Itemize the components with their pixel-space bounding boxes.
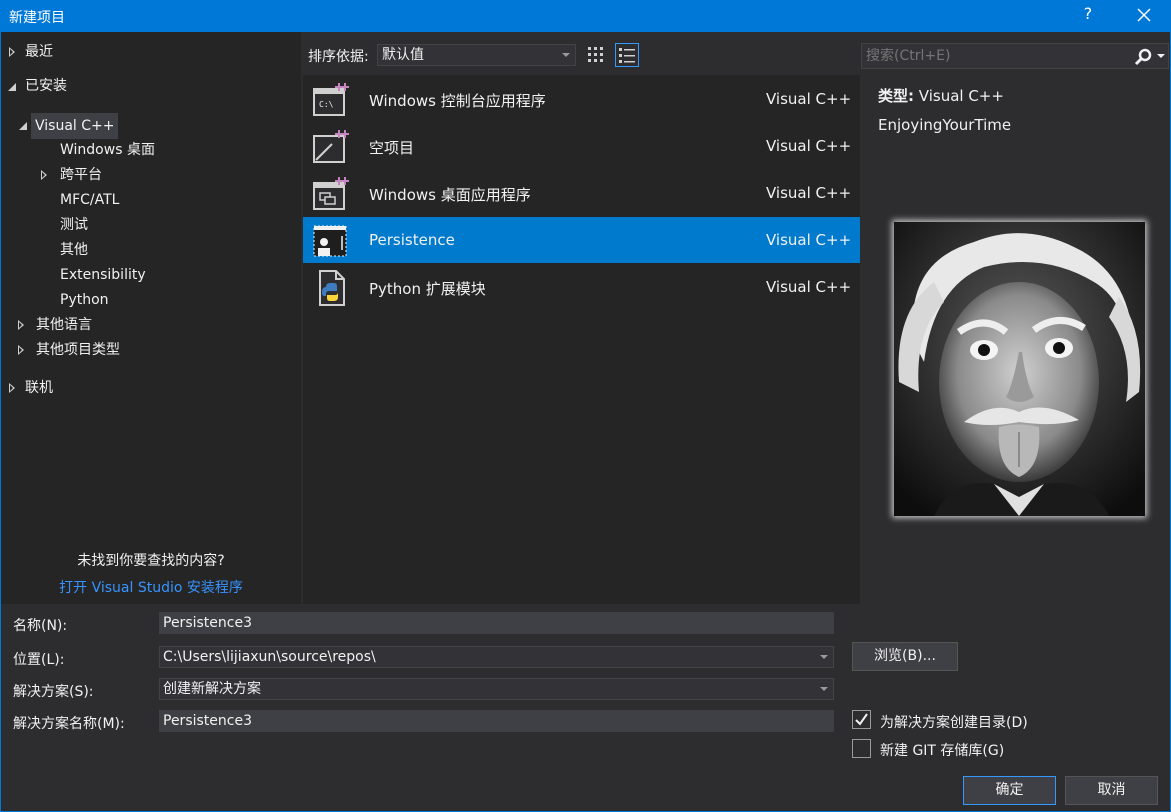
expand-arrow-icon[interactable] [41, 170, 47, 180]
template-description: EnjoyingYourTime [878, 116, 1012, 134]
template-preview-image [894, 222, 1145, 516]
template-category-tree: 最近 已安装 Visual C++ Windows 桌面 跨平台 MFC/ATL… [1, 32, 301, 604]
create-directory-checkbox[interactable] [852, 710, 871, 729]
list-view-button[interactable] [615, 43, 639, 67]
title-bar: 新建项目 ? [1, 1, 1170, 32]
tree-item-cross-platform[interactable]: 跨平台 [41, 163, 141, 187]
tree-item-test[interactable]: 测试 [60, 213, 88, 237]
chevron-down-icon[interactable] [820, 687, 828, 691]
template-item-console-app[interactable]: C:\ Windows 控制台应用程序 Visual C++ [303, 76, 860, 122]
desktop-app-icon [313, 177, 349, 210]
tree-item-mfc-atl[interactable]: MFC/ATL [60, 188, 119, 212]
cancel-button[interactable]: 取消 [1065, 776, 1158, 805]
tree-item-label: Extensibility [60, 267, 146, 283]
tree-item-label: 其他 [60, 242, 88, 258]
name-label: 名称(N): [13, 618, 68, 634]
create-git-repo-checkbox[interactable] [852, 739, 871, 758]
small-icons-view-button[interactable] [584, 43, 608, 67]
template-item-python-extension[interactable]: Python 扩展模块 Visual C++ [303, 264, 860, 310]
template-search-box[interactable] [861, 43, 1169, 69]
location-combo[interactable]: C:\Users\lijiaxun\source\repos\ [159, 646, 834, 668]
svg-text:C:\: C:\ [319, 100, 334, 109]
tree-item-label: MFC/ATL [60, 192, 120, 208]
dialog-title: 新建项目 [9, 10, 65, 26]
grid-view-icon [588, 47, 603, 62]
template-list: C:\ Windows 控制台应用程序 Visual C++ 空项目 Visua… [303, 75, 860, 604]
not-found-text: 未找到你要查找的内容? [77, 553, 225, 569]
tree-item-label: Windows 桌面 [60, 142, 155, 158]
tree-item-label: 跨平台 [60, 167, 102, 183]
solution-name-input[interactable]: Persistence3 [159, 710, 834, 732]
location-label: 位置(L): [13, 652, 65, 668]
template-language: Visual C++ [766, 184, 852, 202]
tree-item-label: Visual C++ [31, 113, 119, 139]
ok-button[interactable]: 确定 [963, 776, 1056, 805]
tree-item-other-project-types[interactable]: 其他项目类型 [18, 338, 198, 362]
template-language: Visual C++ [766, 231, 852, 249]
search-input[interactable] [866, 47, 1126, 65]
solution-value: 创建新解决方案 [163, 681, 261, 697]
close-button[interactable] [1129, 3, 1159, 29]
template-name: Windows 桌面应用程序 [369, 186, 531, 204]
create-git-repo-label[interactable]: 新建 GIT 存储库(G) [880, 740, 1004, 760]
tree-item-label: 其他项目类型 [36, 342, 120, 358]
solution-combo[interactable]: 创建新解决方案 [159, 678, 834, 700]
template-name: 空项目 [369, 139, 415, 157]
tree-item-online[interactable]: 联机 [7, 376, 107, 400]
tree-item-windows-desktop[interactable]: Windows 桌面 [60, 138, 155, 162]
expand-arrow-icon[interactable] [18, 345, 24, 355]
python-extension-icon [319, 270, 345, 306]
portrait-preview-image [894, 222, 1145, 516]
template-language: Visual C++ [766, 90, 852, 108]
chevron-down-icon[interactable] [820, 655, 828, 659]
template-language: Visual C++ [766, 137, 852, 155]
template-item-empty-project[interactable]: 空项目 Visual C++ [303, 123, 860, 169]
solution-label: 解决方案(S): [13, 684, 94, 700]
template-item-desktop-app[interactable]: Windows 桌面应用程序 Visual C++ [303, 170, 860, 216]
empty-project-icon [313, 130, 349, 163]
template-language: Visual C++ [766, 278, 852, 296]
expand-arrow-icon[interactable] [9, 47, 15, 57]
tree-item-extensibility[interactable]: Extensibility [60, 263, 146, 287]
collapse-arrow-icon[interactable] [7, 82, 17, 92]
sort-label: 排序依据: [308, 49, 369, 65]
console-app-icon: C:\ [313, 83, 349, 116]
project-name-input[interactable]: Persistence3 [159, 612, 834, 634]
type-value: Visual C++ [918, 87, 1004, 105]
chevron-down-icon[interactable] [1157, 54, 1165, 58]
template-name: Python 扩展模块 [369, 280, 486, 298]
type-label: 类型: [878, 87, 914, 105]
template-name: Persistence [369, 231, 455, 249]
expand-arrow-icon[interactable] [9, 383, 15, 393]
help-button[interactable]: ? [1078, 4, 1098, 28]
create-directory-label[interactable]: 为解决方案创建目录(D) [880, 712, 1028, 732]
location-value: C:\Users\lijiaxun\source\repos\ [163, 649, 376, 665]
open-installer-link[interactable]: 打开 Visual Studio 安装程序 [1, 577, 301, 597]
search-icon[interactable] [1134, 47, 1154, 67]
template-type-line: 类型: Visual C++ [878, 85, 1004, 106]
tree-item-label: 联机 [25, 380, 53, 396]
tree-item-other[interactable]: 其他 [60, 238, 88, 262]
list-view-icon [619, 48, 635, 63]
template-name: Windows 控制台应用程序 [369, 92, 546, 110]
tree-item-other-languages[interactable]: 其他语言 [18, 313, 168, 337]
tree-item-label: 最近 [25, 44, 53, 60]
tree-item-label: 其他语言 [36, 317, 92, 333]
tree-item-label: 测试 [60, 217, 88, 233]
browse-button[interactable]: 浏览(B)... [852, 642, 958, 671]
template-item-persistence[interactable]: Persistence Visual C++ [303, 217, 860, 263]
collapse-arrow-icon[interactable] [18, 121, 28, 131]
checkmark-icon [855, 713, 868, 726]
expand-arrow-icon[interactable] [18, 320, 24, 330]
tree-item-python[interactable]: Python [60, 288, 109, 312]
tree-item-label: Python [60, 292, 109, 308]
sort-value: 默认值 [382, 47, 424, 63]
tree-item-label: 已安装 [25, 78, 67, 94]
chevron-down-icon [562, 53, 570, 57]
persistence-template-icon [313, 225, 347, 257]
sort-dropdown[interactable]: 默认值 [377, 44, 576, 66]
new-project-dialog: 新建项目 ? 最近 已安装 Visual C++ Windows 桌面 跨平台 … [0, 0, 1171, 812]
solution-name-label: 解决方案名称(M): [13, 716, 125, 732]
close-icon [1137, 8, 1151, 22]
